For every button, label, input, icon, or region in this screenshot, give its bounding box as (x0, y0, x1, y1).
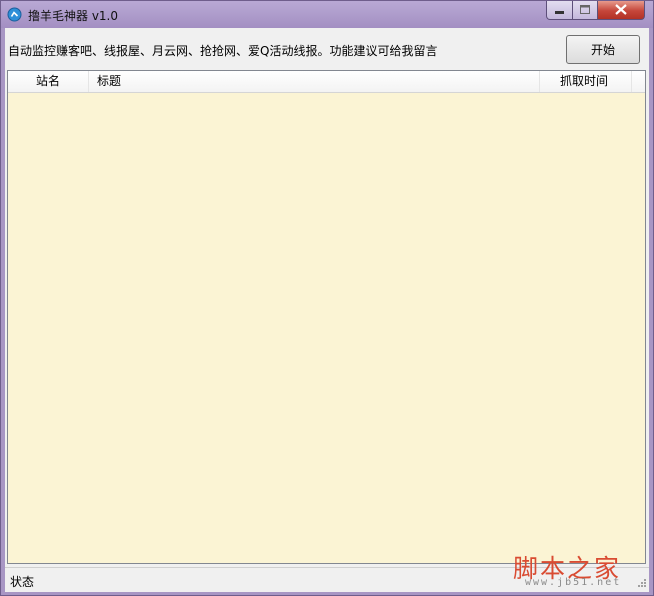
status-text: 状态 (10, 575, 35, 589)
maximize-icon (580, 5, 590, 14)
watermark: 脚本之家 www.jb51.net (513, 549, 647, 591)
close-button[interactable] (597, 1, 645, 20)
column-site[interactable]: 站名 (8, 71, 89, 92)
start-button[interactable]: 开始 (566, 35, 640, 64)
list-header: 站名 标题 抓取时间 (8, 71, 645, 93)
column-title[interactable]: 标题 (89, 71, 540, 92)
app-window: 撸羊毛神器 v1.0 自动监控赚客吧、线报屋、月云网、抢抢网、爱Q活动线报。功能… (0, 0, 654, 596)
column-filler (632, 71, 645, 92)
maximize-button[interactable] (572, 1, 598, 20)
minimize-button[interactable] (546, 1, 573, 20)
minimize-icon (555, 11, 564, 14)
window-title: 撸羊毛神器 v1.0 (28, 9, 119, 23)
client-area: 自动监控赚客吧、线报屋、月云网、抢抢网、爱Q活动线报。功能建议可给我留言 开始 … (5, 28, 649, 592)
app-icon (7, 7, 22, 22)
column-fetch-time[interactable]: 抓取时间 (540, 71, 632, 92)
results-list[interactable]: 站名 标题 抓取时间 (7, 70, 646, 564)
watermark-url: www.jb51.net (525, 577, 622, 588)
close-icon (615, 4, 627, 15)
title-bar[interactable]: 撸羊毛神器 v1.0 (1, 1, 653, 28)
monitor-notice: 自动监控赚客吧、线报屋、月云网、抢抢网、爱Q活动线报。功能建议可给我留言 (8, 44, 438, 58)
